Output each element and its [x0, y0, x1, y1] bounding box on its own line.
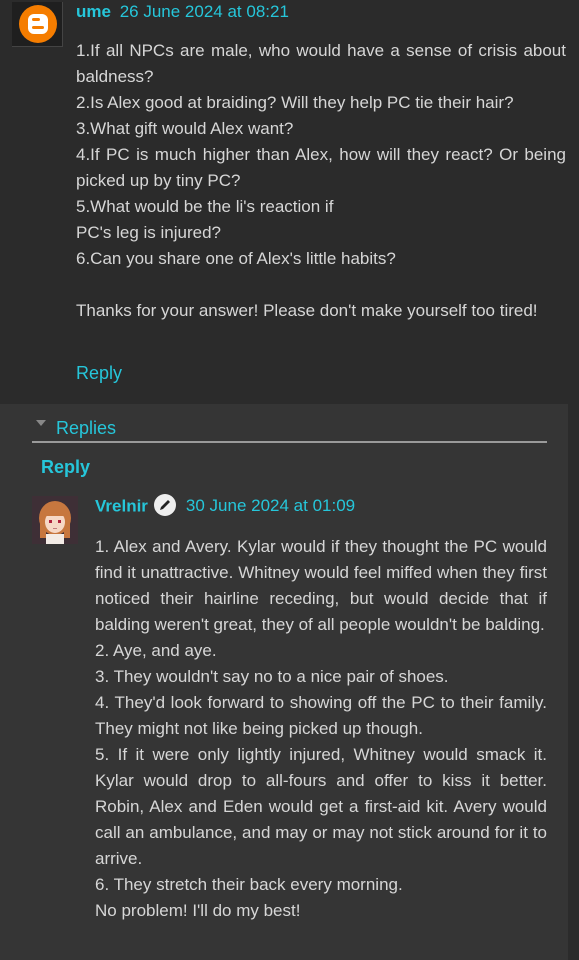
- reply-button[interactable]: Reply: [41, 457, 90, 478]
- comment-author[interactable]: ume: [76, 2, 111, 21]
- reply-date[interactable]: 30 June 2024 at 01:09: [186, 496, 355, 515]
- reply-link[interactable]: Reply: [76, 363, 122, 384]
- comment-date[interactable]: 26 June 2024 at 08:21: [120, 2, 289, 21]
- comment-line: 3.What gift would Alex want?: [76, 119, 294, 138]
- blogger-logo-icon: [19, 5, 57, 43]
- reply-line: 4. They'd look forward to showing off th…: [95, 693, 547, 738]
- reply-line: 1. Alex and Avery. Kylar would if they t…: [95, 537, 547, 634]
- comment-line: PC's leg is injured?: [76, 223, 221, 242]
- reply-body: 1. Alex and Avery. Kylar would if they t…: [95, 534, 547, 924]
- comment-line: 5.What would be the li's reaction if: [76, 197, 334, 216]
- comment-body: 1.If all NPCs are male, who would have a…: [76, 38, 566, 324]
- comment-line: 1.If all NPCs are male, who would have a…: [76, 41, 566, 86]
- comment-line: 2.Is Alex good at braiding? Will they he…: [76, 93, 514, 112]
- reply-line: 6. They stretch their back every morning…: [95, 875, 403, 894]
- collapse-triangle-icon: [36, 420, 46, 427]
- comment-line: 4.If PC is much higher than Alex, how wi…: [76, 145, 566, 190]
- pencil-icon: [153, 494, 176, 516]
- avatar[interactable]: [12, 2, 63, 47]
- comment-meta: ume 26 June 2024 at 08:21: [76, 2, 289, 22]
- reply-line: No problem! I'll do my best!: [95, 901, 301, 920]
- comment-blank-line: [76, 272, 566, 298]
- reply-meta: Vrelnir 30 June 2024 at 01:09: [95, 494, 355, 518]
- divider: [32, 441, 547, 443]
- comment-line: 6.Can you share one of Alex's little hab…: [76, 249, 396, 268]
- reply-line: 3. They wouldn't say no to a nice pair o…: [95, 667, 449, 686]
- comment-line: Thanks for your answer! Please don't mak…: [76, 301, 538, 320]
- pixel-character-avatar-icon: [32, 496, 78, 544]
- avatar[interactable]: [32, 496, 78, 544]
- reply-line: 2. Aye, and aye.: [95, 641, 217, 660]
- replies-toggle[interactable]: Replies: [36, 418, 116, 439]
- replies-toggle-label: Replies: [56, 418, 117, 438]
- reply-line: 5. If it were only lightly injured, Whit…: [95, 745, 547, 868]
- reply-author[interactable]: Vrelnir: [95, 496, 148, 515]
